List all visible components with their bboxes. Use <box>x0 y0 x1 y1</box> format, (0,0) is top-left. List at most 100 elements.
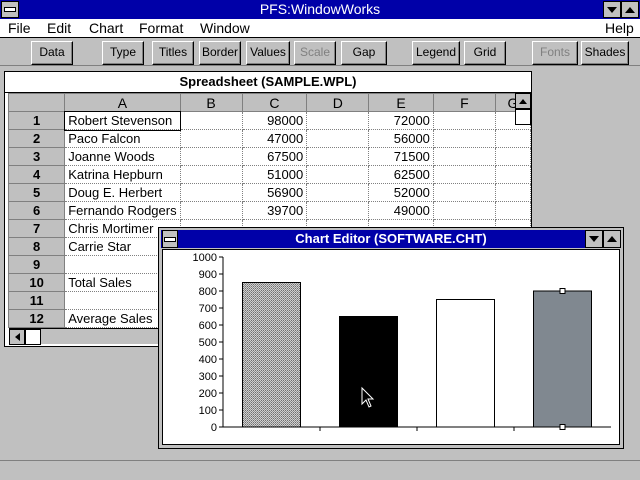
row-header[interactable]: 2 <box>7 129 66 148</box>
cell-f[interactable] <box>433 201 496 220</box>
data-button[interactable]: Data <box>31 41 73 65</box>
cell-b[interactable] <box>180 183 243 202</box>
values-button[interactable]: Values <box>246 41 290 65</box>
row-header[interactable]: 11 <box>7 291 66 310</box>
scroll-thumb[interactable] <box>515 109 531 125</box>
cell-b[interactable] <box>180 111 243 130</box>
cell-e[interactable]: 49000 <box>368 201 434 220</box>
cell-e[interactable]: 71500 <box>368 147 434 166</box>
row-header[interactable]: 1 <box>7 111 66 130</box>
menu-file[interactable]: File <box>8 20 31 36</box>
cell-a[interactable]: Robert Stevenson <box>63 110 182 131</box>
menu-help[interactable]: Help <box>605 20 634 36</box>
chart-canvas[interactable]: 0 100 200 300 400 500 600 700 800 900 1000 <box>162 249 620 445</box>
chart-maximize-button[interactable] <box>603 230 621 248</box>
cell-a[interactable]: Joanne Woods <box>64 147 181 166</box>
scale-button[interactable]: Scale <box>294 41 336 65</box>
gap-button[interactable]: Gap <box>341 41 387 65</box>
y-tick-label: 100 <box>199 405 217 417</box>
chart-minimize-button[interactable] <box>585 230 603 248</box>
cell-e[interactable]: 52000 <box>368 183 434 202</box>
cell-c[interactable]: 67500 <box>242 147 308 166</box>
column-header[interactable]: C <box>241 93 308 112</box>
column-header[interactable]: A <box>64 93 181 112</box>
fonts-button[interactable]: Fonts <box>532 41 578 65</box>
column-header[interactable]: F <box>432 93 496 112</box>
y-tick-label: 0 <box>211 422 217 434</box>
menu-bar: File Edit Chart Format Window Help <box>0 19 640 38</box>
cell-g[interactable] <box>495 147 532 166</box>
border-button[interactable]: Border <box>199 41 241 65</box>
cell-d[interactable] <box>306 165 370 184</box>
cell-c[interactable]: 39700 <box>242 201 308 220</box>
cell-g[interactable] <box>495 183 532 202</box>
cell-g[interactable] <box>495 129 532 148</box>
cell-f[interactable] <box>433 129 496 148</box>
bar-chart[interactable]: 0 100 200 300 400 500 600 700 800 900 1000 <box>163 250 619 444</box>
cell-a[interactable]: Doug E. Herbert <box>64 183 181 202</box>
cell-a[interactable]: Fernando Rodgers <box>64 201 181 220</box>
cell-b[interactable] <box>180 201 243 220</box>
cell-e[interactable]: 56000 <box>368 129 434 148</box>
scroll-left-icon[interactable] <box>9 329 25 345</box>
cell-d[interactable] <box>306 183 370 202</box>
cell-c[interactable]: 98000 <box>242 111 308 130</box>
cell-f[interactable] <box>433 111 496 130</box>
legend-button[interactable]: Legend <box>412 41 460 65</box>
minimize-button[interactable] <box>603 1 621 18</box>
chart-editor-title-bar: Chart Editor (SOFTWARE.CHT) <box>161 230 621 248</box>
type-button[interactable]: Type <box>102 41 144 65</box>
row-header[interactable]: 5 <box>7 183 66 202</box>
cell-d[interactable] <box>306 201 370 220</box>
shades-button[interactable]: Shades <box>581 41 629 65</box>
cell-e[interactable]: 62500 <box>368 165 434 184</box>
bar[interactable] <box>533 290 592 428</box>
horizontal-scrollbar[interactable] <box>9 328 161 345</box>
maximize-button[interactable] <box>621 1 639 18</box>
cell-d[interactable] <box>306 147 370 166</box>
cell-c[interactable]: 51000 <box>242 165 308 184</box>
menu-chart[interactable]: Chart <box>89 20 123 36</box>
cell-g[interactable] <box>495 165 532 184</box>
cell-b[interactable] <box>180 147 243 166</box>
row-header[interactable]: 10 <box>7 273 66 292</box>
titles-button[interactable]: Titles <box>152 41 194 65</box>
bar[interactable] <box>339 316 398 428</box>
corner-cell[interactable] <box>7 93 66 112</box>
cell-d[interactable] <box>306 111 370 130</box>
bar[interactable] <box>436 299 495 428</box>
cell-f[interactable] <box>433 165 496 184</box>
scroll-up-icon[interactable] <box>515 93 531 109</box>
cell-b[interactable] <box>180 165 243 184</box>
menu-window[interactable]: Window <box>200 20 250 36</box>
cell-g[interactable] <box>495 201 532 220</box>
grid-button[interactable]: Grid <box>464 41 506 65</box>
y-tick-label: 800 <box>199 286 217 298</box>
bar[interactable] <box>242 282 301 428</box>
cell-f[interactable] <box>433 147 496 166</box>
column-header[interactable]: B <box>179 93 243 112</box>
row-header[interactable]: 12 <box>7 309 66 328</box>
cell-c[interactable]: 56900 <box>242 183 308 202</box>
cell-f[interactable] <box>433 183 496 202</box>
cell-c[interactable]: 47000 <box>242 129 308 148</box>
column-header[interactable]: E <box>368 93 434 112</box>
cell-b[interactable] <box>180 129 243 148</box>
toolbar: Data Type Titles Border Values Scale Gap… <box>0 38 640 66</box>
selection-handle[interactable] <box>559 424 566 430</box>
menu-format[interactable]: Format <box>139 20 183 36</box>
row-header[interactable]: 7 <box>7 219 66 238</box>
row-header[interactable]: 9 <box>7 255 66 274</box>
column-header[interactable]: D <box>306 93 370 112</box>
row-header[interactable]: 3 <box>7 147 66 166</box>
menu-edit[interactable]: Edit <box>47 20 71 36</box>
hscroll-thumb[interactable] <box>25 329 41 345</box>
row-header[interactable]: 8 <box>7 237 66 256</box>
selection-handle[interactable] <box>559 288 566 294</box>
cell-a[interactable]: Katrina Hepburn <box>64 165 181 184</box>
row-header[interactable]: 6 <box>7 201 66 220</box>
cell-e[interactable]: 72000 <box>368 111 434 130</box>
row-header[interactable]: 4 <box>7 165 66 184</box>
cell-d[interactable] <box>306 129 370 148</box>
cell-a[interactable]: Paco Falcon <box>64 129 181 148</box>
